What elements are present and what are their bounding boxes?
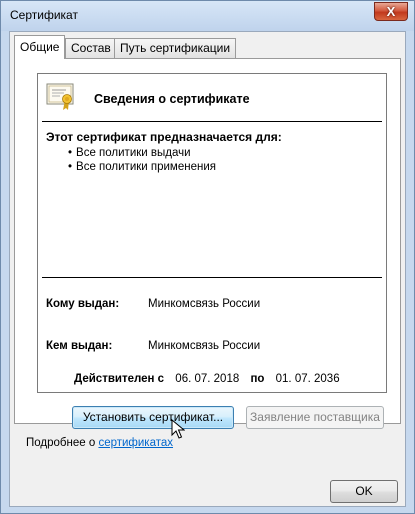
- title-bar[interactable]: Сертификат X: [1, 1, 414, 31]
- purpose-heading: Этот сертификат предназначается для:: [46, 130, 282, 144]
- mouse-cursor-icon: [171, 419, 185, 439]
- certificates-link[interactable]: сертификатах: [98, 437, 173, 449]
- valid-to-value: 01. 07. 2036: [275, 373, 340, 385]
- purpose-item: Все политики применения: [68, 160, 216, 174]
- window-title: Сертификат: [10, 8, 78, 22]
- issued-by-label: Кем выдан:: [46, 340, 113, 352]
- purpose-item: Все политики выдачи: [68, 146, 216, 160]
- info-title: Сведения о сертификате: [94, 92, 250, 106]
- tab-certification-path[interactable]: Путь сертификации: [114, 38, 237, 58]
- certificate-icon: [46, 83, 74, 110]
- tab-general[interactable]: Общие: [14, 35, 66, 59]
- valid-from-value: 06. 07. 2018: [175, 373, 240, 385]
- issuer-statement-button[interactable]: Заявление поставщика: [246, 406, 384, 429]
- divider: [42, 121, 382, 122]
- install-certificate-button[interactable]: Установить сертификат...: [72, 406, 234, 429]
- purpose-list: Все политики выдачи Все политики примене…: [68, 146, 216, 174]
- certificate-dialog: Сертификат X Общие Состав Путь сертифика…: [0, 0, 415, 514]
- valid-to-label: по: [250, 373, 265, 385]
- certificate-info-box: Сведения о сертификате Этот сертификат п…: [37, 73, 387, 393]
- ok-button[interactable]: OK: [330, 480, 398, 503]
- issued-to-label: Кому выдан:: [46, 298, 120, 310]
- tab-panel-general: Сведения о сертификате Этот сертификат п…: [14, 58, 401, 424]
- issued-to-value: Минкомсвязь России: [148, 298, 261, 310]
- issued-by-value: Минкомсвязь России: [148, 340, 261, 352]
- learn-more: Подробнее о сертификатах: [26, 437, 173, 449]
- learn-more-text: Подробнее о: [26, 437, 96, 449]
- close-button[interactable]: X: [374, 2, 408, 21]
- divider: [42, 277, 382, 278]
- dialog-body: Общие Состав Путь сертификации Сведения …: [9, 31, 406, 507]
- tab-details[interactable]: Состав: [65, 38, 117, 58]
- valid-from-label: Действителен с: [74, 373, 165, 385]
- validity-period: Действителен с 06. 07. 2018 по 01. 07. 2…: [74, 373, 348, 385]
